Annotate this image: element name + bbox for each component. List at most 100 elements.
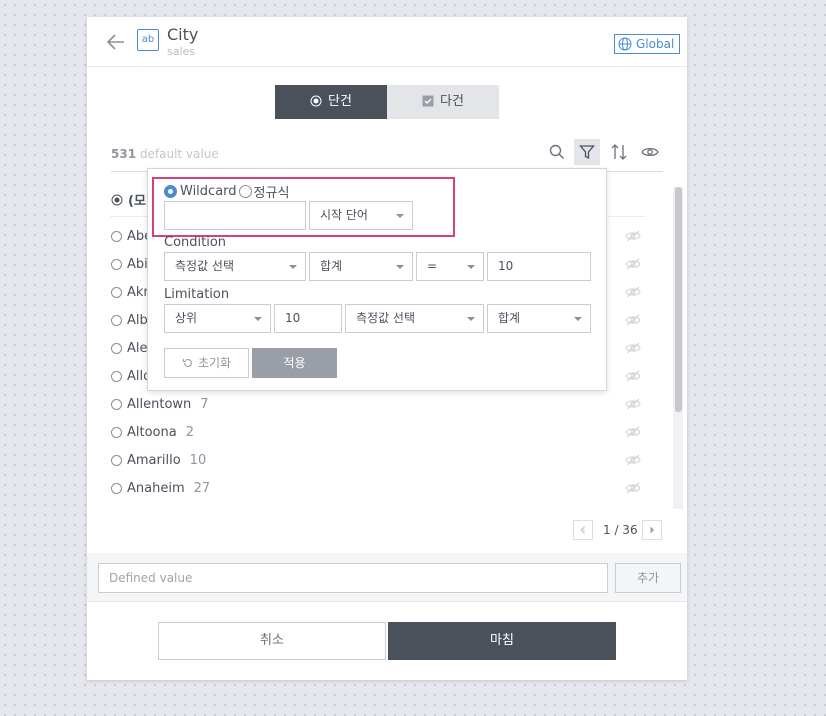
list-item[interactable]: Altoona 2 <box>111 422 641 442</box>
count-number: 531 <box>111 147 137 161</box>
eye-off-icon[interactable] <box>625 257 641 271</box>
limitation-value-input[interactable]: 10 <box>274 304 342 333</box>
reset-label: 초기화 <box>197 356 232 370</box>
item-count: 2 <box>185 424 194 440</box>
prev-page-button[interactable] <box>573 520 593 540</box>
limitation-direction-value: 상위 <box>175 311 198 325</box>
highlight-box <box>152 177 455 237</box>
condition-aggregation-value: 합계 <box>320 259 343 273</box>
radio-icon[interactable] <box>111 398 122 410</box>
radio-icon[interactable] <box>111 258 122 270</box>
item-name: Allentown <box>127 396 192 412</box>
eye-off-icon[interactable] <box>625 313 641 327</box>
eye-off-icon[interactable] <box>625 229 641 243</box>
global-label: Global <box>636 37 675 51</box>
chevron-down-icon <box>254 317 262 321</box>
defined-value-input[interactable]: Defined value <box>98 563 608 593</box>
page-title: City <box>167 25 199 44</box>
globe-icon <box>618 37 632 51</box>
radio-selected-icon <box>310 95 322 107</box>
limitation-measure-select[interactable]: 측정값 선택 <box>345 304 484 333</box>
limitation-measure-value: 측정값 선택 <box>356 311 416 325</box>
condition-measure-select[interactable]: 측정값 선택 <box>164 252 306 281</box>
radio-icon[interactable] <box>111 314 122 326</box>
item-count: 7 <box>200 396 209 412</box>
radio-icon[interactable] <box>111 230 122 242</box>
reset-icon <box>182 359 192 368</box>
default-value-label: default value <box>139 147 219 161</box>
condition-aggregation-select[interactable]: 합계 <box>309 252 413 281</box>
item-name: Anaheim <box>127 480 185 496</box>
eye-off-icon[interactable] <box>625 397 641 411</box>
condition-operator-value: = <box>427 259 438 273</box>
chevron-down-icon <box>289 265 297 269</box>
sort-button[interactable] <box>606 139 632 165</box>
radio-icon[interactable] <box>111 342 122 354</box>
item-name: Akr <box>127 284 149 300</box>
eye-off-icon[interactable] <box>625 369 641 383</box>
tab-multi[interactable]: 다건 <box>387 85 499 119</box>
condition-operator-select[interactable]: = <box>416 252 484 281</box>
eye-off-icon[interactable] <box>625 425 641 439</box>
page-indicator: 1 / 36 <box>603 523 638 537</box>
item-name: Altoona <box>127 424 177 440</box>
filter-icon <box>579 145 595 160</box>
next-page-button[interactable] <box>642 520 662 540</box>
search-icon <box>549 144 564 159</box>
condition-label: Condition <box>164 235 227 250</box>
list-scrollbar[interactable] <box>673 187 683 509</box>
scrollbar-thumb[interactable] <box>675 187 682 412</box>
condition-value-input[interactable]: 10 <box>487 252 591 281</box>
list-item[interactable]: Allentown 7 <box>111 394 641 414</box>
chevron-down-icon <box>574 317 582 321</box>
chevron-left-icon <box>580 526 585 534</box>
value-count: 531 default value <box>111 147 219 161</box>
search-button[interactable] <box>544 139 570 165</box>
eye-off-icon[interactable] <box>625 285 641 299</box>
global-scope-button[interactable]: Global <box>614 34 681 54</box>
add-button[interactable]: 추가 <box>615 563 681 593</box>
item-name: Amarillo <box>127 452 181 468</box>
item-count: 10 <box>189 452 207 468</box>
limitation-aggregation-value: 합계 <box>498 311 521 325</box>
chevron-down-icon <box>396 265 404 269</box>
radio-icon[interactable] <box>111 482 122 494</box>
eye-off-icon[interactable] <box>625 481 641 495</box>
chevron-right-icon <box>650 526 654 534</box>
reset-button[interactable]: 초기화 <box>164 348 249 378</box>
chevron-down-icon <box>467 265 475 269</box>
string-type-icon: ab <box>137 29 159 51</box>
list-item[interactable]: Anaheim 27 <box>111 478 641 498</box>
tab-single[interactable]: 단건 <box>275 85 387 119</box>
condition-measure-value: 측정값 선택 <box>175 259 235 273</box>
tab-multi-label: 다건 <box>440 94 464 109</box>
item-count: 27 <box>193 480 211 496</box>
cancel-button[interactable]: 취소 <box>158 622 386 660</box>
list-item[interactable]: Amarillo 10 <box>111 450 641 470</box>
select-all-label: (모 <box>128 194 146 209</box>
tab-single-label: 단건 <box>328 94 352 109</box>
radio-icon[interactable] <box>111 286 122 298</box>
radio-icon[interactable] <box>111 370 122 382</box>
visibility-button[interactable] <box>637 139 663 165</box>
limitation-label: Limitation <box>164 287 230 302</box>
limitation-aggregation-select[interactable]: 합계 <box>487 304 591 333</box>
page-subtitle: sales <box>167 45 196 58</box>
dialog-header: ab City sales Global <box>87 17 687 67</box>
select-all-row[interactable]: (모 <box>111 190 146 209</box>
filter-button[interactable] <box>574 139 600 165</box>
eye-icon <box>641 147 659 157</box>
eye-off-icon[interactable] <box>625 453 641 467</box>
back-arrow-icon[interactable] <box>105 31 127 53</box>
dialog-footer: Defined value 추가 <box>87 553 687 680</box>
limitation-direction-select[interactable]: 상위 <box>164 304 271 333</box>
done-button[interactable]: 마침 <box>388 622 616 660</box>
eye-off-icon[interactable] <box>625 341 641 355</box>
item-name: Ale <box>127 340 148 356</box>
apply-button[interactable]: 적용 <box>252 348 337 378</box>
checkbox-icon <box>422 95 434 107</box>
item-name: Alb <box>127 312 148 328</box>
radio-icon[interactable] <box>111 454 122 466</box>
radio-icon[interactable] <box>111 426 122 438</box>
sort-icon <box>611 144 627 160</box>
